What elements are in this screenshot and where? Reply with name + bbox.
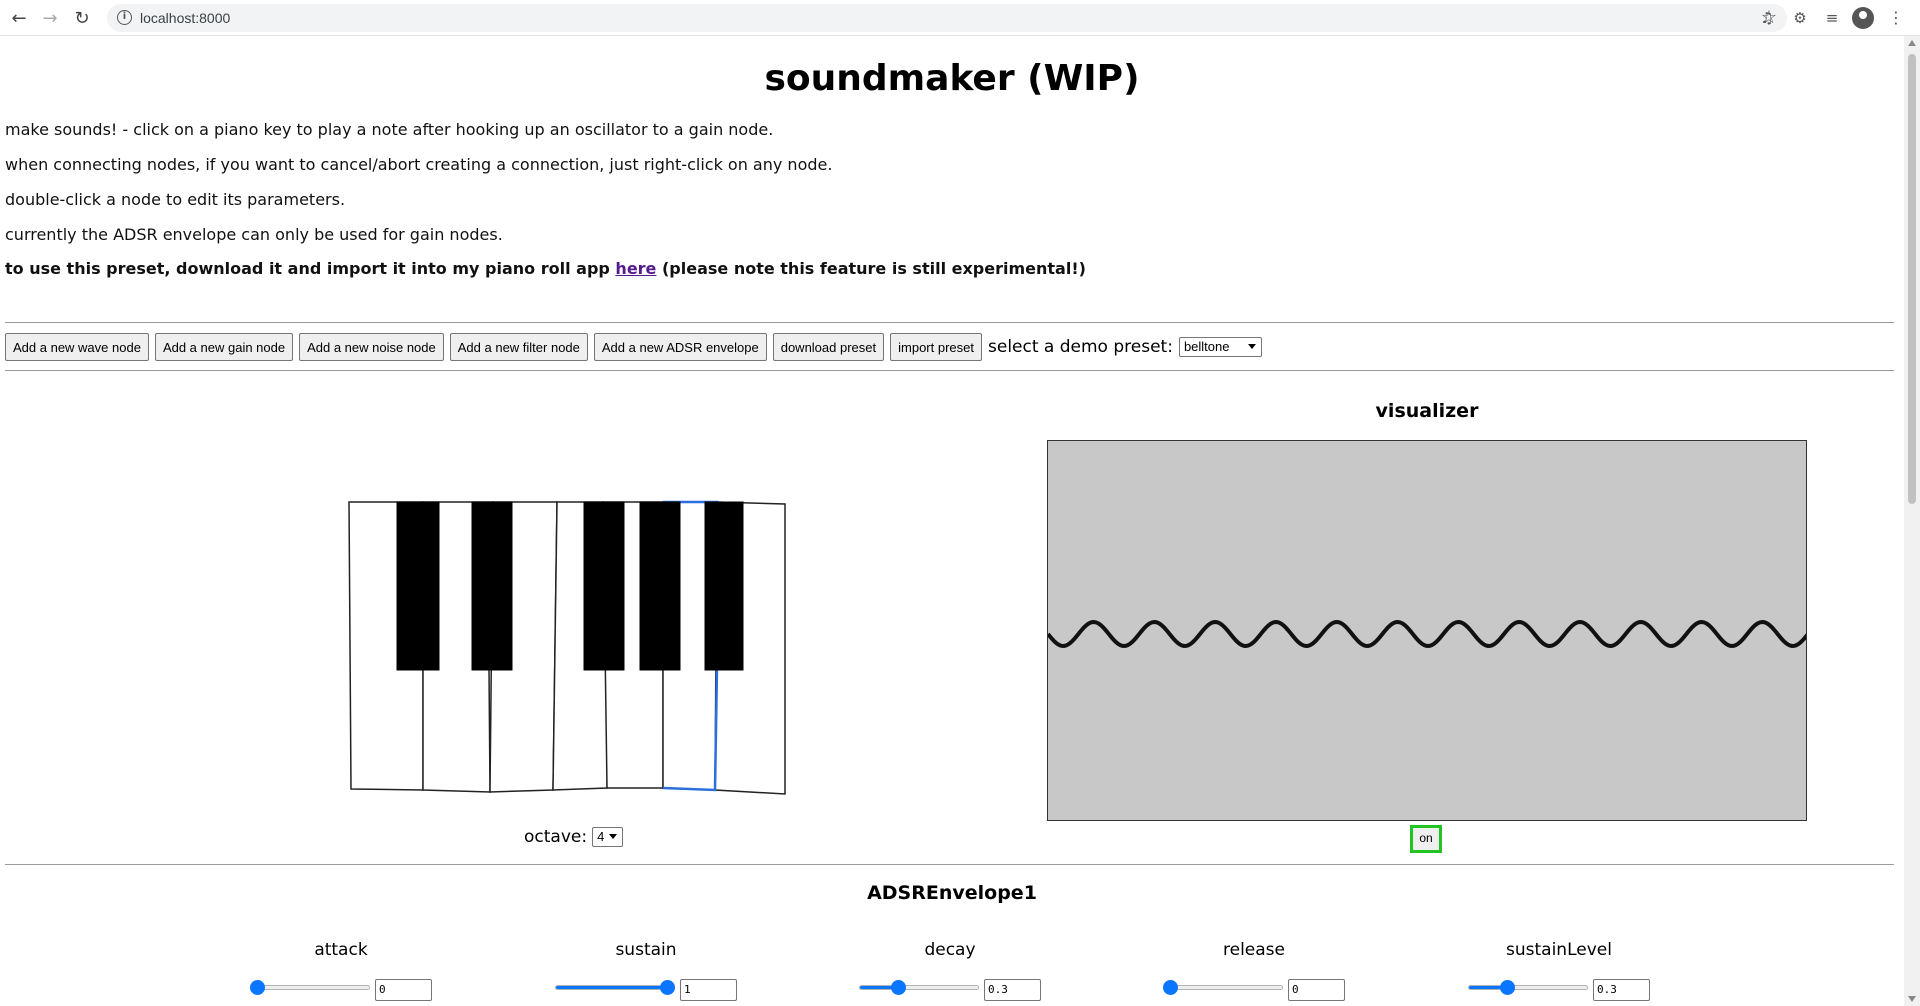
reading-list-icon[interactable]: ≡ xyxy=(1820,6,1844,30)
param-slider-track[interactable] xyxy=(859,985,979,990)
scrollbar-thumb[interactable] xyxy=(1908,54,1916,504)
add-wave-node-button[interactable]: Add a new wave node xyxy=(5,333,149,361)
instruction-line: make sounds! - click on a piano key to p… xyxy=(5,120,774,139)
instruction-line: currently the ADSR envelope can only be … xyxy=(5,225,503,244)
param-slider-thumb[interactable] xyxy=(250,980,265,995)
param-value-input[interactable]: 0.3 xyxy=(1593,979,1650,1001)
param-slider-track[interactable] xyxy=(250,985,370,990)
add-noise-node-button[interactable]: Add a new noise node xyxy=(299,333,444,361)
param-slider-track[interactable] xyxy=(1163,985,1283,990)
piano-roll-link[interactable]: here xyxy=(615,259,656,278)
instruction-line: when connecting nodes, if you want to ca… xyxy=(5,155,833,174)
param-slider-track[interactable] xyxy=(1468,985,1588,990)
url-text: localhost:8000 xyxy=(140,10,231,26)
adsr-envelope-title: ADSREnvelope1 xyxy=(867,882,1037,904)
visualizer-canvas xyxy=(1047,440,1807,821)
param-slider-thumb[interactable] xyxy=(660,980,675,995)
address-bar[interactable]: i localhost:8000 ☆ xyxy=(107,4,1787,32)
instruction-line: double-click a node to edit its paramete… xyxy=(5,190,346,209)
waveform-line xyxy=(1048,619,1806,649)
visualizer-title: visualizer xyxy=(1375,400,1479,422)
chevron-down-icon xyxy=(609,834,618,839)
piano-key-black-g-sharp[interactable] xyxy=(639,501,681,671)
extensions-puzzle-icon[interactable]: ⚙ xyxy=(1788,6,1812,30)
param-value-input[interactable]: 0 xyxy=(375,979,432,1001)
reload-icon[interactable]: ↻ xyxy=(70,6,94,30)
import-preset-button[interactable]: import preset xyxy=(890,333,982,361)
piano-key-black-a-sharp[interactable] xyxy=(704,501,744,671)
param-label: sustain xyxy=(615,940,677,960)
preset-note: to use this preset, download it and impo… xyxy=(5,259,1086,278)
chevron-down-icon xyxy=(1247,344,1256,349)
menu-dots-icon[interactable]: ⋮ xyxy=(1884,6,1908,30)
preset-note-text-end: (please note this feature is still exper… xyxy=(656,259,1086,278)
piano-key-black-c-sharp[interactable] xyxy=(396,501,440,671)
download-preset-button[interactable]: download preset xyxy=(772,333,885,361)
octave-control: octave: 4 xyxy=(524,827,624,847)
param-value-input[interactable]: 0.3 xyxy=(984,979,1041,1001)
param-label: attack xyxy=(314,940,368,960)
piano-key-black-f-sharp[interactable] xyxy=(583,501,625,671)
site-info-icon[interactable]: i xyxy=(117,10,132,25)
node-toolbar: Add a new wave node Add a new gain node … xyxy=(5,332,1262,362)
page-content: soundmaker (WIP) make sounds! - click on… xyxy=(0,36,1904,1006)
browser-toolbar: ← → ↻ i localhost:8000 ☆ ♫ ⚙ ≡ ⋮ xyxy=(0,0,1920,36)
forward-icon[interactable]: → xyxy=(38,6,62,30)
divider xyxy=(5,322,1894,323)
param-slider-thumb[interactable] xyxy=(1499,980,1515,995)
octave-label: octave: xyxy=(524,827,588,847)
octave-value: 4 xyxy=(597,829,605,844)
piano-key-black-d-sharp[interactable] xyxy=(471,501,513,671)
add-filter-node-button[interactable]: Add a new filter node xyxy=(449,333,588,361)
demo-preset-select[interactable]: belltone xyxy=(1178,337,1262,357)
visualizer-waveform xyxy=(1048,619,1806,649)
param-slider-track[interactable] xyxy=(555,985,675,990)
page-scrollbar[interactable] xyxy=(1904,36,1920,1006)
back-icon[interactable]: ← xyxy=(7,6,31,30)
scroll-down-icon[interactable] xyxy=(1908,996,1916,1002)
add-adsr-envelope-button[interactable]: Add a new ADSR envelope xyxy=(593,333,767,361)
param-slider-fill xyxy=(556,986,674,989)
param-label: sustainLevel xyxy=(1506,940,1612,960)
page-title: soundmaker (WIP) xyxy=(764,58,1140,99)
media-control-icon[interactable]: ♫ xyxy=(1755,6,1779,30)
scroll-up-icon[interactable] xyxy=(1908,40,1916,46)
demo-preset-label: select a demo preset: xyxy=(988,337,1173,357)
param-slider-thumb[interactable] xyxy=(890,980,906,995)
param-slider-thumb[interactable] xyxy=(1163,980,1178,995)
preset-note-text: to use this preset, download it and impo… xyxy=(5,259,616,278)
param-value-input[interactable]: 0 xyxy=(1288,979,1345,1001)
profile-avatar-icon[interactable] xyxy=(1852,7,1874,29)
visualizer-toggle-button[interactable]: on xyxy=(1410,825,1442,853)
add-gain-node-button[interactable]: Add a new gain node xyxy=(154,333,294,361)
octave-select[interactable]: 4 xyxy=(592,827,624,847)
param-value-input[interactable]: 1 xyxy=(680,979,737,1001)
param-label: release xyxy=(1223,940,1285,960)
param-label: decay xyxy=(924,940,976,960)
divider xyxy=(5,370,1894,371)
demo-preset-value: belltone xyxy=(1183,339,1230,354)
divider xyxy=(5,864,1894,865)
piano-keyboard xyxy=(348,500,786,795)
